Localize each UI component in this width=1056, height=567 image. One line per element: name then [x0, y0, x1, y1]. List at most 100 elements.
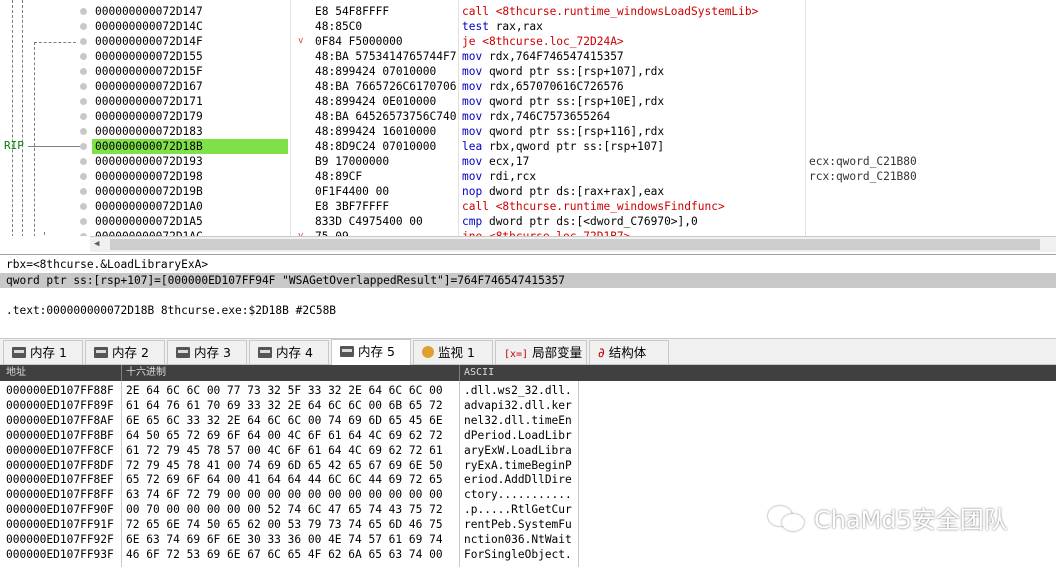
header-hex[interactable]: 十六进制: [126, 365, 166, 381]
instruction-text: jne <8thcurse.loc_72D1B7>: [462, 229, 802, 236]
locals-icon: [x=]: [504, 349, 529, 360]
instruction-row[interactable]: 000000000072D14F v 0F84 F5000000 je <8thcur…: [0, 34, 1056, 49]
breakpoint-marker[interactable]: [80, 203, 87, 210]
tab-label: 内存 5: [358, 344, 395, 359]
instruction-row[interactable]: 000000000072D147 E8 54F8FFFF call <8thcurs…: [0, 4, 1056, 19]
instruction-comment: ecx:qword_C21B80: [809, 155, 917, 168]
breakpoint-marker[interactable]: [80, 53, 87, 60]
instruction-bytes: 48:8D9C24 07010000: [315, 140, 437, 153]
instruction-address: 000000000072D14C: [95, 20, 203, 33]
memory-icon: [12, 347, 26, 358]
dump-row[interactable]: 000000ED107FF88F 2E 64 6C 6C 00 77 73 32 …: [0, 383, 1056, 398]
dump-row[interactable]: 000000ED107FF8BF 64 50 65 72 69 6F 64 00 …: [0, 428, 1056, 443]
instruction-row[interactable]: 000000000072D183 48:899424 16010000 mov qw…: [0, 124, 1056, 139]
instruction-address: 000000000072D19B: [95, 185, 203, 198]
instruction-row[interactable]: 000000000072D15F 48:899424 07010000 mov qw…: [0, 64, 1056, 79]
tab-memory-1[interactable]: 内存 1: [3, 340, 83, 364]
instruction-row[interactable]: 000000000072D198 48:89CF mov rdi,rcx rcx:qw…: [0, 169, 1056, 184]
instruction-row[interactable]: 000000000072D1A5 833D C4975400 00 cmp dwor…: [0, 214, 1056, 229]
tab-locals[interactable]: [x=] 局部变量: [495, 340, 587, 364]
horizontal-scrollbar[interactable]: ◀: [90, 236, 1056, 252]
instruction-text: mov rdx,764F746547415357: [462, 49, 802, 64]
memory-icon: [94, 347, 108, 358]
breakpoint-marker[interactable]: [80, 38, 87, 45]
instruction-mnemonic: mov: [462, 170, 483, 183]
instruction-bytes: E8 54F8FFFF: [315, 5, 390, 18]
instruction-bytes: 48:899424 16010000: [315, 125, 437, 138]
breakpoint-marker[interactable]: [80, 188, 87, 195]
instruction-operands: rbx,qword ptr ss:[rsp+107]: [482, 140, 665, 153]
scroll-thumb[interactable]: [110, 239, 1040, 250]
dump-row[interactable]: 000000ED107FF8FF 63 74 6F 72 79 00 00 00 …: [0, 487, 1056, 502]
dump-hex-bytes: 64 50 65 72 69 6F 64 00 4C 6F 61 64 4C 6…: [126, 428, 443, 442]
dump-row[interactable]: 000000ED107FF8AF 6E 65 6C 33 32 2E 64 6C …: [0, 413, 1056, 428]
tab-watch-1[interactable]: 监视 1: [413, 340, 493, 364]
dump-row[interactable]: 000000ED107FF8EF 65 72 69 6F 64 00 41 64 …: [0, 472, 1056, 487]
disassembly-view[interactable]: RIP 000000000072D147 E8 54F8FFFF call <8th…: [0, 0, 1056, 236]
tab-struct[interactable]: ∂ 结构体: [589, 340, 669, 364]
instruction-address: 000000000072D18B: [92, 139, 288, 154]
instruction-operands: rax,rax: [488, 20, 543, 33]
breakpoint-marker[interactable]: [80, 218, 87, 225]
instruction-row[interactable]: 000000000072D171 48:899424 0E010000 mov qw…: [0, 94, 1056, 109]
breakpoint-marker[interactable]: [80, 98, 87, 105]
instruction-row[interactable]: 000000000072D179 48:BA 64526573756C740 mov…: [0, 109, 1056, 124]
header-ascii[interactable]: ASCII: [464, 365, 494, 381]
dump-ascii: nel32.dll.timeEn: [464, 413, 572, 427]
tab-memory-2[interactable]: 内存 2: [85, 340, 165, 364]
instruction-mnemonic: mov: [462, 155, 483, 168]
dump-ascii: ctory...........: [464, 488, 572, 502]
dump-ascii: advapi32.dll.ker: [464, 398, 572, 412]
instruction-address: 000000000072D155: [95, 50, 203, 63]
breakpoint-marker[interactable]: [80, 68, 87, 75]
breakpoint-marker[interactable]: [80, 23, 87, 30]
instruction-operands: dword ptr ds:[rax+rax],eax: [482, 185, 665, 198]
memory-dump-view[interactable]: 地址 十六进制 ASCII 000000ED107FF88F 2E 64 6C 6…: [0, 365, 1056, 567]
instruction-bytes: 48:899424 07010000: [315, 65, 437, 78]
breakpoint-marker[interactable]: [80, 8, 87, 15]
dump-ascii: .dll.ws2_32.dll.: [464, 384, 572, 397]
instruction-mnemonic: mov: [462, 80, 483, 93]
instruction-row[interactable]: 000000000072D14C 48:85C0 test rax,rax: [0, 19, 1056, 34]
dump-row[interactable]: 000000ED107FF93F 46 6F 72 53 69 6E 67 6C …: [0, 547, 1056, 562]
tab-memory-3[interactable]: 内存 3: [167, 340, 247, 364]
dump-address: 000000ED107FF90F: [6, 503, 114, 517]
header-address[interactable]: 地址: [6, 365, 26, 381]
tab-label: 内存 2: [112, 345, 149, 360]
breakpoint-marker[interactable]: [80, 143, 87, 150]
breakpoint-marker[interactable]: [80, 233, 87, 236]
instruction-row[interactable]: 000000000072D155 48:BA 5753414765744F7 mov…: [0, 49, 1056, 64]
instruction-operands: <8thcurse.runtime_windowsFindfunc>: [488, 200, 725, 213]
tab-memory-4[interactable]: 内存 4: [249, 340, 329, 364]
breakpoint-marker[interactable]: [80, 173, 87, 180]
scroll-left-icon[interactable]: ◀: [94, 237, 99, 252]
dump-row[interactable]: 000000ED107FF89F 61 64 76 61 70 69 33 32 …: [0, 398, 1056, 413]
instruction-row[interactable]: 000000000072D1A0 E8 3BF7FFFF call <8thcurs…: [0, 199, 1056, 214]
dump-row[interactable]: 000000ED107FF8CF 61 72 79 45 78 57 00 4C …: [0, 443, 1056, 458]
instruction-text: test rax,rax: [462, 19, 802, 34]
breakpoint-marker[interactable]: [80, 113, 87, 120]
struct-icon: ∂: [598, 346, 605, 361]
dump-row[interactable]: 000000ED107FF8DF 72 79 45 78 41 00 74 69 …: [0, 458, 1056, 473]
tab-memory-5[interactable]: 内存 5: [331, 339, 411, 365]
instruction-row[interactable]: 000000000072D1AC v 75 09 jne <8thcurse.loc_…: [0, 229, 1056, 236]
breakpoint-marker[interactable]: [80, 83, 87, 90]
breakpoint-marker[interactable]: [80, 158, 87, 165]
info-line-register: rbx=<8thcurse.&LoadLibraryExA>: [6, 258, 209, 271]
dump-hex-bytes: 61 64 76 61 70 69 33 32 2E 64 6C 6C 00 6…: [126, 398, 443, 412]
instruction-operands: qword ptr ss:[rsp+116],rdx: [482, 125, 665, 138]
dump-hex-bytes: 72 79 45 78 41 00 74 69 6D 65 42 65 67 6…: [126, 458, 443, 472]
instruction-comment: rcx:qword_C21B80: [809, 170, 917, 183]
instruction-text: je <8thcurse.loc_72D24A>: [462, 34, 802, 49]
instruction-row[interactable]: 000000000072D193 B9 17000000 mov ecx,17 ecx…: [0, 154, 1056, 169]
instruction-bytes: 833D C4975400 00: [315, 215, 423, 228]
instruction-row[interactable]: 000000000072D18B 48:8D9C24 07010000 lea rb…: [0, 139, 1056, 154]
breakpoint-marker[interactable]: [80, 128, 87, 135]
instruction-text: mov rdi,rcx: [462, 169, 802, 184]
instruction-operands: rdx,657070616C726576: [482, 80, 624, 93]
instruction-text: mov ecx,17: [462, 154, 802, 169]
instruction-row[interactable]: 000000000072D19B 0F1F4400 00 nop dword ptr…: [0, 184, 1056, 199]
instruction-row[interactable]: 000000000072D167 48:BA 7665726C6170706 mov…: [0, 79, 1056, 94]
instruction-mnemonic: mov: [462, 125, 483, 138]
tab-label: 局部变量: [532, 345, 583, 360]
